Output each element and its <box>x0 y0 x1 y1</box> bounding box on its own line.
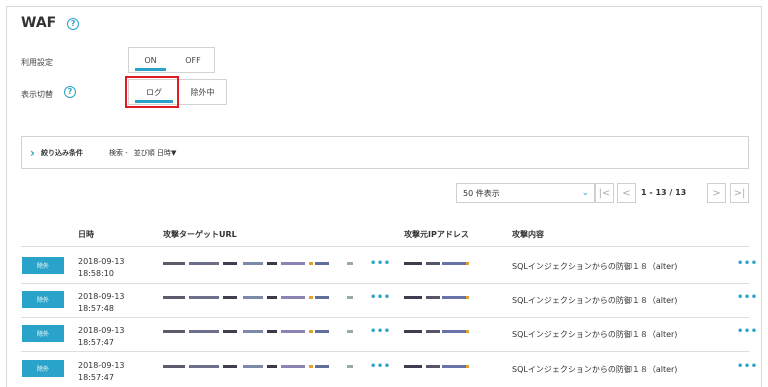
masked-ip <box>404 330 470 338</box>
row-datetime: 2018-09-13 18:57:47 <box>78 325 125 349</box>
prev-page-button[interactable]: < <box>617 183 636 203</box>
page-title: WAF ? <box>21 15 80 31</box>
attack-description: SQLインジェクションからの防御１８（alter) <box>512 262 678 271</box>
row-divider <box>21 317 749 318</box>
per-page-select[interactable]: 50 件表示 ⌄ <box>456 183 595 203</box>
usage-toggle: ON OFF <box>128 47 215 73</box>
excluded-badge[interactable]: 除外 <box>22 257 64 274</box>
filter-sort-text: 並び順 日時▼ <box>133 148 177 157</box>
header-divider <box>21 246 749 247</box>
filter-search-text: 検索 - <box>108 148 128 157</box>
more-icon[interactable]: ••• <box>370 258 391 269</box>
row-divider <box>21 283 749 284</box>
row-divider <box>21 351 749 352</box>
usage-on-option[interactable]: ON <box>129 48 172 72</box>
chevron-down-icon: ⌄ <box>581 188 589 198</box>
page-title-text: WAF <box>21 15 57 31</box>
attack-description: SQLインジェクションからの防御１８（alter) <box>512 365 678 374</box>
column-header-attack: 攻撃内容 <box>512 230 544 239</box>
excluded-badge[interactable]: 除外 <box>22 291 64 308</box>
masked-url <box>163 262 353 270</box>
more-icon[interactable]: ••• <box>737 326 758 337</box>
more-icon[interactable]: ••• <box>370 292 391 303</box>
row-time: 18:58:10 <box>78 269 114 278</box>
excluded-badge[interactable]: 除外 <box>22 360 64 377</box>
last-page-button[interactable]: >| <box>730 183 749 203</box>
column-header-datetime: 日時 <box>78 230 94 239</box>
row-time: 18:57:47 <box>78 373 114 382</box>
more-icon[interactable]: ••• <box>370 361 391 372</box>
masked-url <box>163 330 353 338</box>
attack-description: SQLインジェクションからの防御１８（alter) <box>512 296 678 305</box>
excluded-option[interactable]: 除外中 <box>179 80 226 104</box>
usage-off-option[interactable]: OFF <box>172 48 214 72</box>
more-icon[interactable]: ••• <box>737 292 758 303</box>
filter-bar[interactable]: › 絞り込み条件 検索 - 並び順 日時▼ <box>21 136 749 169</box>
chevron-right-icon[interactable]: › <box>30 146 35 160</box>
more-icon[interactable]: ••• <box>737 258 758 269</box>
row-datetime: 2018-09-13 18:57:48 <box>78 291 125 315</box>
usage-setting-label: 利用設定 <box>21 58 53 67</box>
attack-description: SQLインジェクションからの防御１８（alter) <box>512 330 678 339</box>
masked-ip <box>404 262 470 270</box>
row-date: 2018-09-13 <box>78 257 125 266</box>
highlight-box <box>125 76 179 108</box>
masked-url <box>163 365 353 373</box>
masked-ip <box>404 365 470 373</box>
row-datetime: 2018-09-13 18:58:10 <box>78 256 125 280</box>
column-header-source-ip: 攻撃元IPアドレス <box>404 230 469 239</box>
excluded-badge[interactable]: 除外 <box>22 325 64 342</box>
page-info: 1 - 13 / 13 <box>641 188 687 197</box>
row-date: 2018-09-13 <box>78 292 125 301</box>
more-icon[interactable]: ••• <box>737 361 758 372</box>
masked-url <box>163 296 353 304</box>
row-datetime: 2018-09-13 18:57:47 <box>78 360 125 384</box>
column-header-target-url: 攻撃ターゲットURL <box>163 230 237 239</box>
display-switch-label: 表示切替 <box>21 90 53 99</box>
row-time: 18:57:47 <box>78 338 114 347</box>
help-icon[interactable]: ? <box>64 86 76 98</box>
help-icon[interactable]: ? <box>67 18 80 30</box>
more-icon[interactable]: ••• <box>370 326 391 337</box>
row-date: 2018-09-13 <box>78 361 125 370</box>
filter-title: 絞り込み条件 <box>40 148 83 157</box>
per-page-value: 50 件表示 <box>463 188 500 198</box>
next-page-button[interactable]: > <box>707 183 726 203</box>
first-page-button[interactable]: |< <box>595 183 614 203</box>
waf-panel: WAF ? 利用設定 ON OFF 表示切替 ? ログ 除外中 › 絞り込み条件… <box>6 6 762 387</box>
row-date: 2018-09-13 <box>78 326 125 335</box>
row-time: 18:57:48 <box>78 304 114 313</box>
masked-ip <box>404 296 470 304</box>
